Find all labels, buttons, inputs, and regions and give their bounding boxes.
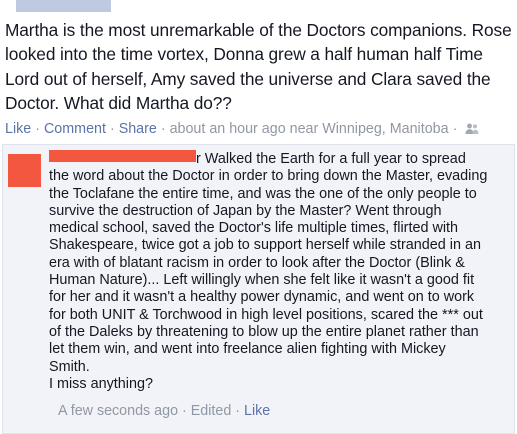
comment-like-link[interactable]: Like (244, 403, 270, 419)
separator: · (182, 403, 187, 419)
share-link[interactable]: Share (119, 121, 157, 137)
comment-container: r Walked the Earth for a full year to sp… (2, 144, 515, 434)
comment-link[interactable]: Comment (44, 121, 106, 137)
comment-body: r Walked the Earth for a full year to sp… (49, 150, 489, 393)
like-link[interactable]: Like (5, 121, 31, 137)
redacted-name-bar (16, 0, 111, 12)
comment-edited[interactable]: Edited (191, 403, 232, 419)
post-actions-bar: Like · Comment · Share · about an hour a… (5, 119, 479, 139)
post-timestamp-location[interactable]: about an hour ago near Winnipeg, Manitob… (170, 121, 449, 137)
separator: · (452, 121, 458, 137)
comment-timestamp[interactable]: A few seconds ago (58, 403, 178, 419)
comment-last-line: I miss anything? (49, 375, 153, 392)
comment-meta: A few seconds ago · Edited · Like (58, 402, 270, 420)
separator: · (35, 121, 40, 137)
separator: · (235, 403, 241, 419)
separator: · (160, 121, 166, 137)
comment-text: r Walked the Earth for a full year to sp… (49, 151, 488, 375)
post-text: Martha is the most unremarkable of the D… (5, 20, 512, 113)
avatar[interactable] (8, 154, 41, 187)
people-icon[interactable] (465, 123, 479, 135)
separator: · (109, 121, 115, 137)
redacted-commenter-name (49, 150, 196, 162)
